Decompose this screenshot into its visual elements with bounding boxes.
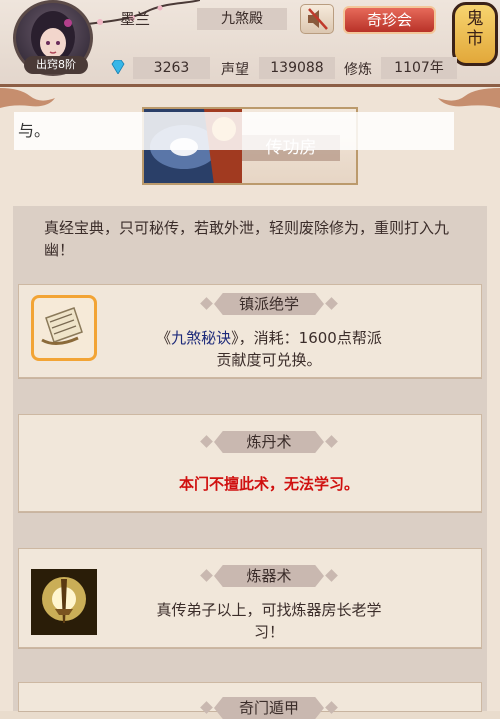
skill-card-forging[interactable]: 炼器术 真传弟子以上，可找炼器房长老学习！ (18, 548, 482, 648)
gem-count: 3263 (133, 57, 210, 79)
gem-icon (111, 60, 125, 74)
notification-overlay: 与。 (14, 112, 454, 150)
golden-sword-icon[interactable] (31, 569, 97, 635)
intro-text: 真经宝典，只可秘传，若敢外泄，轻则废除修为，重则打入九幽！ (44, 219, 450, 259)
skill-card-qimen[interactable]: 奇门遁甲 (18, 682, 482, 719)
sect-name: 九煞殿 (197, 8, 287, 30)
card-title: 镇派绝学 (214, 293, 324, 315)
cultivation-value: 1107年 (381, 57, 457, 79)
player-name: 墨兰 (120, 10, 151, 28)
rank-badge: 出窍8阶 (24, 56, 88, 74)
card-description: 本门不擅此术，无法学习。 (178, 475, 359, 493)
cultivation-label: 修炼 (344, 62, 372, 78)
cloud-ornament-left (0, 88, 55, 108)
ghost-market-label: 鬼市 (466, 9, 484, 49)
card-title: 奇门遁甲 (214, 697, 324, 719)
technique-name-link[interactable]: 九煞秘诀 (171, 329, 231, 347)
skill-card-alchemy[interactable]: 炼丹术 本门不擅此术，无法学习。 (18, 414, 482, 512)
speaker-mute-icon (308, 8, 328, 30)
reputation-value: 139088 (259, 57, 335, 79)
card-description: 真传弟子以上，可找炼器房长老学习！ (156, 601, 382, 641)
card-title: 炼丹术 (214, 431, 324, 453)
ghost-market-lantern-button[interactable]: 鬼市 (452, 2, 498, 66)
mute-button[interactable] (300, 4, 334, 34)
cloud-ornament-right (438, 88, 500, 108)
card-title: 炼器术 (214, 565, 324, 587)
reputation-label: 声望 (221, 62, 249, 78)
skill-card-sect-technique[interactable]: 镇派绝学 《九煞秘诀》，消耗：1600点帮派贡献度可兑换。 (18, 284, 482, 378)
treasure-auction-button[interactable]: 奇珍会 (343, 6, 436, 34)
card-description: 《九煞秘诀》，消耗：1600点帮派贡献度可兑换。 (156, 329, 382, 369)
scroll-book-icon[interactable] (31, 295, 97, 361)
